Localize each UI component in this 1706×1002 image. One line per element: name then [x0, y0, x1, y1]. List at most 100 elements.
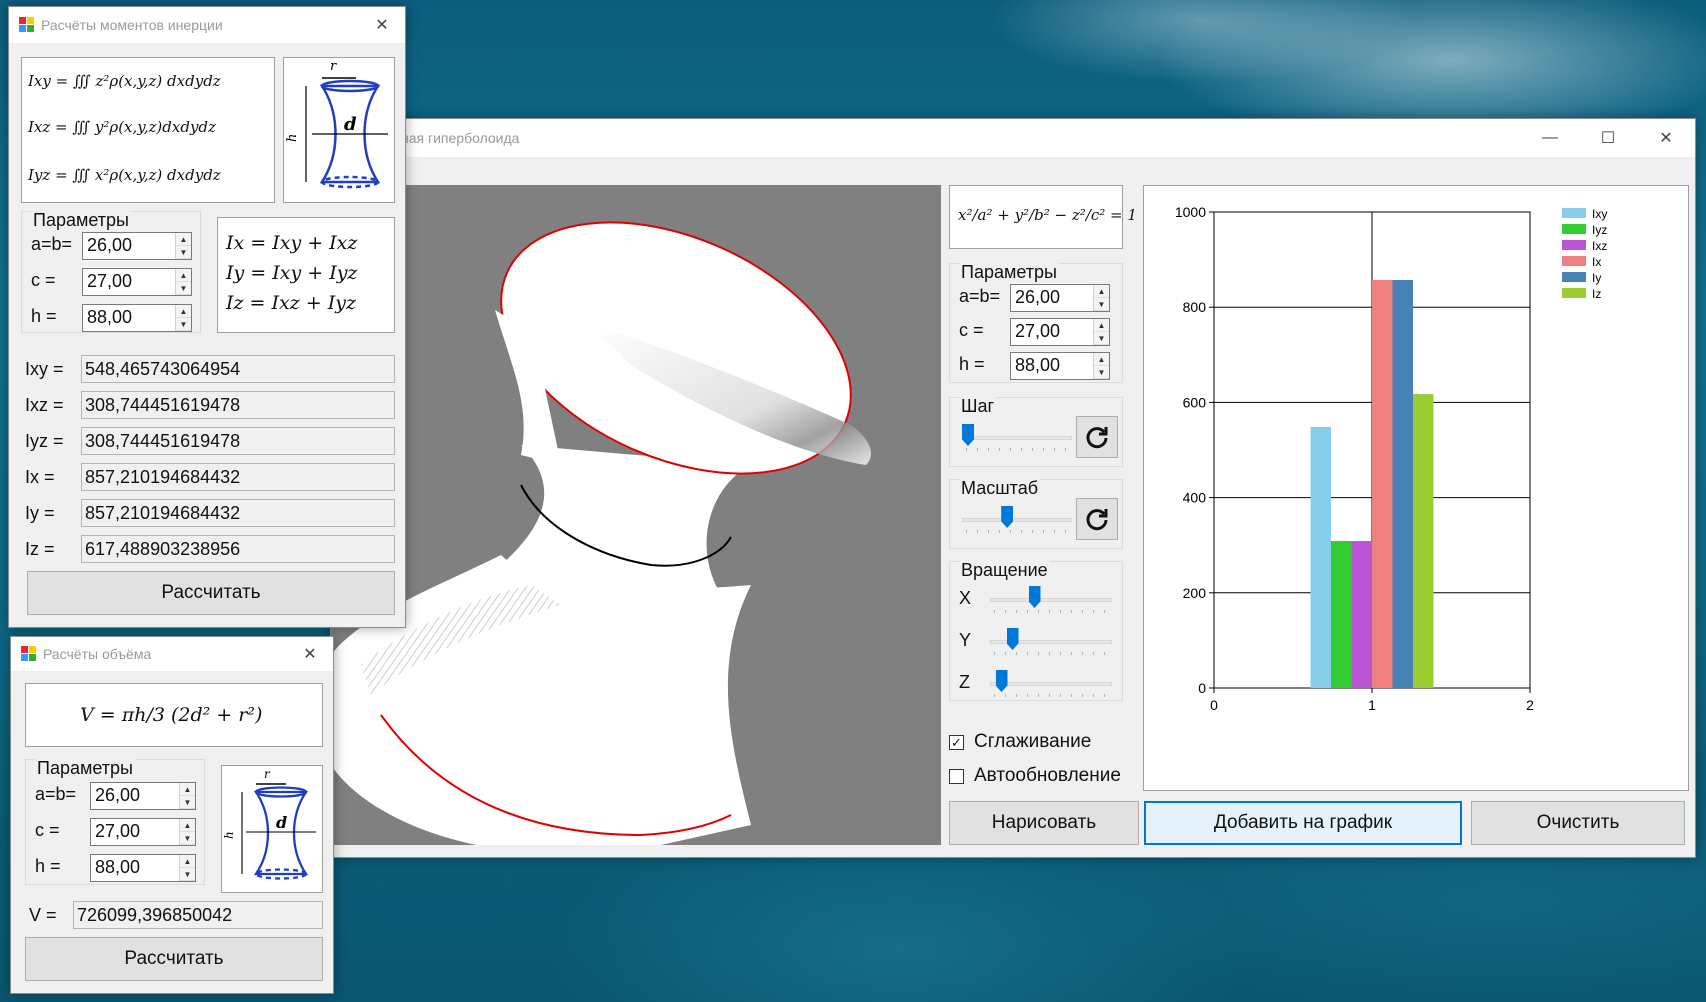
main-c-input[interactable]: 27,00 ▲ ▼: [1010, 318, 1110, 346]
main-ab-spin-arrows[interactable]: ▲ ▼: [1093, 285, 1109, 311]
app-icon: [19, 17, 35, 33]
rotation-group: Вращение X Y Z: [949, 560, 1123, 701]
app-icon: [21, 646, 37, 662]
result-value-ix[interactable]: 857,210194684432: [81, 463, 395, 491]
scale-group: Масштаб: [949, 478, 1123, 549]
legend-label-ixy: Ixy: [1592, 207, 1607, 221]
volume-ab-spin-arrows[interactable]: ▲ ▼: [179, 783, 195, 809]
result-value-ixy[interactable]: 548,465743064954: [81, 355, 395, 383]
volume-params-group: Параметры a=b= 26,00 ▲ ▼ c = 27,00 ▲ ▼ h = 8…: [25, 758, 205, 885]
moments-bar-chart: 0 200 400 600 800 1000 0 1 2 Ixy Iyz Ixz Ix Iy Iz: [1175, 204, 1608, 713]
close-icon[interactable]: ✕: [1637, 122, 1695, 154]
rot-z-slider[interactable]: [990, 670, 1112, 700]
rot-y-label: Y: [959, 630, 972, 650]
rot-x-slider[interactable]: [990, 586, 1112, 616]
result-label-ixy: Ixy =: [25, 359, 64, 379]
clear-button[interactable]: Очистить: [1471, 801, 1685, 845]
autoupdate-checkbox[interactable]: Автообновление: [949, 765, 1121, 787]
result-label-iy: Iy =: [25, 503, 55, 523]
inertia-window: Расчёты моментов инерции ✕ Ixy = ∭ z²ρ(x…: [8, 6, 406, 628]
inertia-diagram-box: r h d: [283, 57, 395, 203]
inertia-ab-spin-arrows[interactable]: ▲ ▼: [175, 233, 191, 259]
rot-y-slider-thumb[interactable]: [1006, 628, 1019, 650]
main-c-label: c =: [959, 320, 984, 340]
scale-slider[interactable]: [962, 506, 1072, 536]
inertia-calc-button[interactable]: Рассчитать: [27, 571, 395, 615]
main-c-spin-arrows[interactable]: ▲ ▼: [1093, 319, 1109, 345]
smoothing-label: Сглаживание: [974, 731, 1092, 752]
close-icon[interactable]: ✕: [359, 9, 405, 41]
y-tick-label: 200: [1183, 585, 1207, 601]
main-ab-label: a=b=: [959, 286, 1001, 306]
inertia-h-spin-arrows[interactable]: ▲ ▼: [175, 305, 191, 331]
volume-formula: V = πh/3 (2d² + r²): [80, 704, 263, 726]
maximize-icon[interactable]: ☐: [1579, 122, 1637, 154]
result-value-iy[interactable]: 857,210194684432: [81, 499, 395, 527]
add-to-chart-button[interactable]: Добавить на график: [1144, 801, 1462, 845]
main-c-value: 27,00: [1015, 321, 1061, 341]
main-h-input[interactable]: 88,00 ▲ ▼: [1010, 352, 1110, 380]
legend-label-iy: Iy: [1592, 271, 1601, 285]
x-tick-label: 1: [1368, 697, 1376, 713]
minimize-icon[interactable]: —: [1521, 122, 1579, 154]
result-value-iz[interactable]: 617,488903238956: [81, 535, 395, 563]
inertia-formulas-box: Ixy = ∭ z²ρ(x,y,z) dxdydz Ixz = ∭ y²ρ(x,…: [21, 57, 275, 203]
bar-iz: [1413, 394, 1434, 688]
result-value-ixz[interactable]: 308,744451619478: [81, 391, 395, 419]
inertia-c-label: c =: [31, 270, 56, 290]
legend-swatch-ixz: [1562, 240, 1586, 250]
scale-reset-button[interactable]: [1076, 498, 1118, 540]
rotation-label: Вращение: [959, 560, 1050, 581]
rot-y-slider[interactable]: [990, 628, 1112, 658]
inertia-c-input[interactable]: 27,00 ▲ ▼: [82, 268, 192, 296]
result-label-iyz: Iyz =: [25, 431, 64, 451]
volume-h-spin-arrows[interactable]: ▲ ▼: [179, 855, 195, 881]
autoupdate-check-box[interactable]: [949, 768, 964, 784]
volume-v-value[interactable]: 726099,396850042: [73, 901, 323, 929]
volume-window-title: Расчёты объёма: [43, 646, 152, 662]
legend-swatch-iy: [1562, 272, 1586, 282]
smoothing-checkbox[interactable]: ✓ Сглаживание: [949, 731, 1091, 753]
step-group: Шаг: [949, 396, 1123, 467]
smoothing-check-box[interactable]: ✓: [949, 734, 964, 750]
inertia-c-spin-arrows[interactable]: ▲ ▼: [175, 269, 191, 295]
inertia-h-value: 88,00: [87, 307, 133, 327]
result-label-ix: Ix =: [25, 467, 55, 487]
legend-label-iz: Iz: [1592, 287, 1601, 301]
inertia-ab-input[interactable]: 26,00 ▲ ▼: [82, 232, 192, 260]
formula-ixz: Ixz = ∭ y²ρ(x,y,z)dxdydz: [28, 118, 216, 136]
draw-button[interactable]: Нарисовать: [949, 801, 1139, 845]
diagram-d-label: d: [276, 813, 287, 832]
rot-x-slider-thumb[interactable]: [1028, 586, 1041, 608]
inertia-sums-box: Ix = Ixy + Ixz Iy = Ixy + Iyz Iz = Ixz +…: [217, 217, 395, 333]
diagram-r-label: r: [330, 59, 337, 74]
diagram-h-label: h: [222, 831, 236, 839]
hyperboloid-diagram: r h d: [222, 767, 316, 880]
volume-c-input[interactable]: 27,00 ▲ ▼: [90, 818, 196, 846]
rot-z-slider-thumb[interactable]: [995, 670, 1008, 692]
y-tick-label: 0: [1198, 680, 1206, 696]
rot-z-label: Z: [959, 672, 970, 692]
volume-c-spin-arrows[interactable]: ▲ ▼: [179, 819, 195, 845]
step-reset-button[interactable]: [1076, 416, 1118, 458]
refresh-icon: [1086, 509, 1108, 531]
inertia-c-value: 27,00: [87, 271, 133, 291]
step-slider[interactable]: [962, 424, 1072, 454]
inertia-h-input[interactable]: 88,00 ▲ ▼: [82, 304, 192, 332]
legend-swatch-ix: [1562, 256, 1586, 266]
scale-slider-thumb[interactable]: [1001, 506, 1014, 528]
step-slider-thumb[interactable]: [962, 424, 974, 446]
volume-h-input[interactable]: 88,00 ▲ ▼: [90, 854, 196, 882]
main-ab-input[interactable]: 26,00 ▲ ▼: [1010, 284, 1110, 312]
volume-ab-input[interactable]: 26,00 ▲ ▼: [90, 782, 196, 810]
render-viewport[interactable]: [331, 185, 941, 845]
sum-iz: Iz = Ixz + Iyz: [226, 292, 356, 314]
volume-window: Расчёты объёма ✕ V = πh/3 (2d² + r²) Пар…: [10, 636, 334, 994]
inertia-params-label: Параметры: [31, 210, 131, 231]
result-value-iyz[interactable]: 308,744451619478: [81, 427, 395, 455]
main-params-group: Параметры a=b= 26,00 ▲ ▼ c = 27,00 ▲ ▼ h = 8…: [949, 262, 1123, 383]
volume-calc-button[interactable]: Рассчитать: [25, 937, 323, 981]
result-label-iz: Iz =: [25, 539, 55, 559]
close-icon[interactable]: ✕: [287, 638, 333, 670]
main-h-spin-arrows[interactable]: ▲ ▼: [1093, 353, 1109, 379]
